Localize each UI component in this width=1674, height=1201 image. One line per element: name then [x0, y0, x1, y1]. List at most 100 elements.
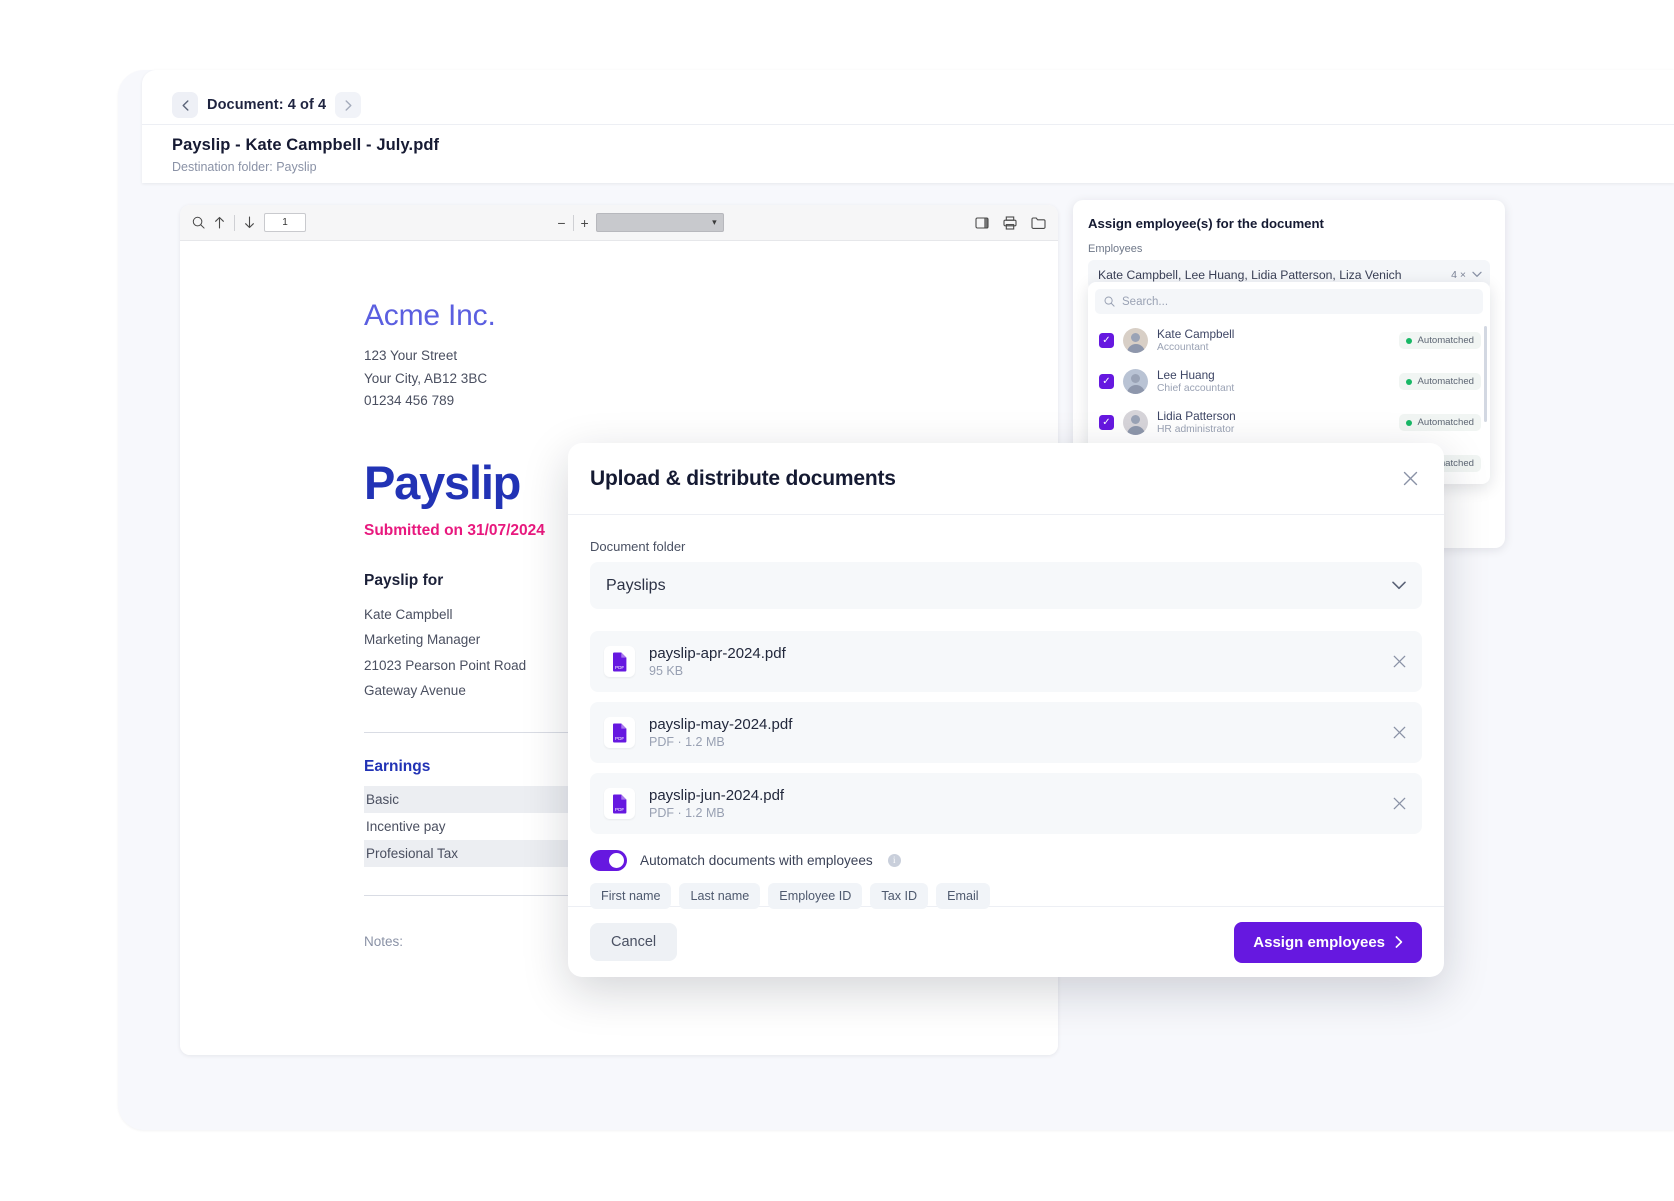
destination-folder-text: Destination folder: Payslip — [172, 160, 317, 174]
automatch-row: Automatch documents with employees i — [590, 850, 1422, 871]
chevron-right-icon — [1395, 936, 1403, 948]
automatch-toggle[interactable] — [590, 850, 627, 871]
chevron-right-icon — [345, 99, 352, 111]
file-size: PDF · 1.2 MB — [649, 735, 725, 749]
employees-selected-count: 4 × — [1451, 268, 1466, 281]
chip-last-name[interactable]: Last name — [679, 883, 761, 909]
document-counter: Document: 4 of 4 — [207, 97, 327, 113]
chevron-down-icon[interactable] — [1472, 271, 1482, 278]
chevron-left-icon — [182, 99, 188, 111]
employee-checkbox[interactable]: ✓ — [1099, 374, 1114, 389]
modal-body: Document folder Payslips PDF payslip-apr… — [568, 515, 1444, 909]
page-title: Payslip - Kate Campbell - July.pdf — [172, 136, 440, 154]
file-name: payslip-may-2024.pdf — [649, 716, 793, 733]
document-folder-value: Payslips — [606, 576, 666, 594]
list-item[interactable]: ✓ Lidia Patterson HR administrator Autom… — [1088, 402, 1490, 443]
print-icon[interactable] — [1003, 215, 1017, 230]
list-item[interactable]: ✓ Kate Campbell Accountant Automatched — [1088, 320, 1490, 361]
file-name: payslip-jun-2024.pdf — [649, 787, 785, 804]
chip-employee-id[interactable]: Employee ID — [768, 883, 863, 909]
status-dot-icon — [1406, 378, 1413, 385]
employee-search-placeholder: Search... — [1122, 295, 1169, 308]
status-badge: Automatched — [1399, 373, 1481, 390]
company-name: Acme Inc. — [364, 299, 496, 332]
assign-employees-label: Assign employees — [1253, 933, 1385, 951]
folder-icon[interactable] — [1031, 216, 1046, 230]
next-document-button[interactable] — [335, 92, 362, 118]
pdf-file-icon: PDF — [604, 646, 635, 677]
previous-document-button[interactable] — [172, 92, 198, 118]
svg-text:PDF: PDF — [615, 736, 624, 741]
address-line: 123 Your Street — [364, 348, 458, 363]
page-number-input[interactable] — [264, 213, 306, 232]
info-icon[interactable]: i — [887, 854, 901, 867]
automatch-label: Automatch documents with employees — [640, 853, 873, 868]
pdf-toolbar: − + ▾ — [180, 205, 1058, 241]
employees-selected-text: Kate Campbell, Lee Huang, Lidia Patterso… — [1098, 267, 1402, 282]
status-dot-icon — [1406, 419, 1413, 426]
status-badge: Automatched — [1399, 332, 1481, 349]
document-folder-select[interactable]: Payslips — [590, 562, 1422, 609]
zoom-divider — [572, 214, 574, 231]
file-meta: payslip-may-2024.pdf PDF · 1.2 MB — [649, 715, 1379, 750]
employee-role: Accountant — [1157, 342, 1209, 353]
close-icon[interactable] — [1403, 471, 1418, 486]
toolbar-divider — [234, 214, 235, 231]
file-list: PDF payslip-apr-2024.pdf 95 KB PDF paysl… — [590, 631, 1422, 834]
zoom-out-button[interactable]: − — [557, 216, 565, 230]
arrow-down-icon[interactable] — [244, 216, 255, 229]
pdf-file-icon: PDF — [604, 788, 635, 819]
employee-name: Lee Huang — [1157, 368, 1215, 382]
search-icon[interactable] — [192, 216, 205, 229]
employee-meta: Kate Campbell Accountant — [1157, 327, 1390, 354]
employee-name: Lidia Patterson — [1157, 409, 1236, 423]
status-badge-label: Automatched — [1417, 335, 1474, 346]
document-folder-label: Document folder — [590, 539, 686, 554]
screenshot-root: Document: 4 of 4 Payslip - Kate Campbell… — [0, 0, 1674, 1201]
status-dot-icon — [1406, 337, 1413, 344]
employee-checkbox[interactable]: ✓ — [1099, 333, 1114, 348]
pdf-file-icon: PDF — [604, 717, 635, 748]
zoom-level-select[interactable]: ▾ — [595, 213, 724, 232]
assign-employees-button[interactable]: Assign employees — [1234, 921, 1422, 963]
employee-checkbox[interactable]: ✓ — [1099, 415, 1114, 430]
cancel-button[interactable]: Cancel — [590, 923, 678, 961]
avatar — [1123, 369, 1148, 394]
status-badge-label: Automatched — [1417, 417, 1474, 428]
file-size: PDF · 1.2 MB — [649, 806, 725, 820]
address-line: Your City, AB12 3BC — [364, 370, 488, 386]
employee-role: HR administrator — [1157, 424, 1235, 435]
employee-meta: Lidia Patterson HR administrator — [1157, 409, 1390, 436]
file-size: 95 KB — [649, 664, 684, 678]
address-line: 01234 456 789 — [364, 393, 455, 408]
file-meta: payslip-jun-2024.pdf PDF · 1.2 MB — [649, 786, 1379, 821]
chevron-down-icon: ▾ — [712, 217, 717, 227]
chip-email[interactable]: Email — [936, 883, 990, 909]
svg-text:PDF: PDF — [615, 665, 624, 670]
toolbar-right-actions — [975, 215, 1046, 230]
chevron-down-icon — [1392, 581, 1406, 590]
chip-first-name[interactable]: First name — [590, 883, 672, 909]
modal-title: Upload & distribute documents — [590, 466, 896, 490]
remove-file-button[interactable] — [1393, 655, 1406, 668]
presentation-icon[interactable] — [975, 216, 989, 230]
chip-tax-id[interactable]: Tax ID — [870, 883, 929, 909]
remove-file-button[interactable] — [1393, 797, 1406, 810]
list-item: PDF payslip-may-2024.pdf PDF · 1.2 MB — [590, 702, 1422, 763]
employee-search-field[interactable]: Search... — [1095, 289, 1483, 314]
remove-file-button[interactable] — [1393, 726, 1406, 739]
arrow-up-icon[interactable] — [214, 216, 225, 229]
zoom-in-button[interactable]: + — [581, 216, 589, 230]
dropdown-scrollbar[interactable] — [1484, 326, 1487, 422]
assign-panel-title: Assign employee(s) for the document — [1088, 216, 1324, 231]
employee-role: Chief accountant — [1157, 383, 1235, 394]
upload-distribute-modal: Upload & distribute documents Document f… — [568, 443, 1444, 977]
document-navigation: Document: 4 of 4 — [142, 70, 1674, 118]
svg-text:PDF: PDF — [615, 807, 624, 812]
avatar — [1123, 410, 1148, 435]
document-header: Document: 4 of 4 Payslip - Kate Campbell… — [142, 70, 1674, 183]
file-name: payslip-apr-2024.pdf — [649, 645, 786, 662]
employees-field-label: Employees — [1088, 243, 1143, 255]
status-badge-label: Automatched — [1417, 376, 1474, 387]
list-item[interactable]: ✓ Lee Huang Chief accountant Automatched — [1088, 361, 1490, 402]
